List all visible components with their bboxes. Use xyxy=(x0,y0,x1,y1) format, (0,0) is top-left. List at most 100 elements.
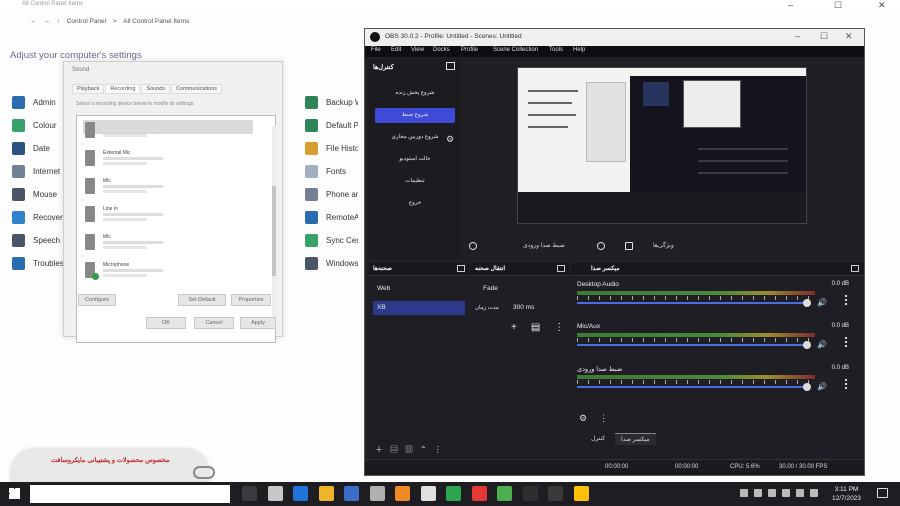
tab-recording[interactable]: Recording xyxy=(105,84,141,94)
dock-undock-icon[interactable] xyxy=(557,265,565,272)
ok-button[interactable]: OK xyxy=(146,317,186,329)
control-panel-item[interactable]: Windows Defender xyxy=(305,257,358,270)
properties-icon[interactable] xyxy=(625,242,633,250)
device-list-scrollbar[interactable] xyxy=(272,126,276,326)
speaker-icon[interactable]: 🔊 xyxy=(817,340,827,349)
channel-menu-icon[interactable] xyxy=(845,295,847,305)
set-default-button[interactable]: Set Default xyxy=(178,294,226,306)
start-virtual-camera-button[interactable]: شروع دوربین مجازی xyxy=(375,130,455,145)
menu-help[interactable]: Help xyxy=(573,47,585,53)
control-panel-item[interactable]: Admin xyxy=(12,96,56,109)
filters-icon[interactable] xyxy=(597,242,605,250)
recording-device-item[interactable]: Mic xyxy=(83,176,253,200)
obs-minimize-icon[interactable]: – xyxy=(795,31,800,41)
taskbar-app-icon[interactable] xyxy=(369,486,385,501)
tab-audio-mixer[interactable]: میکسر صدا xyxy=(615,433,656,445)
menu-view[interactable]: View xyxy=(411,47,424,53)
recording-device-item[interactable]: Microphone xyxy=(83,260,253,284)
taskbar-app-icon[interactable] xyxy=(395,486,410,501)
tray-icon[interactable] xyxy=(768,489,776,497)
cancel-button[interactable]: Cancel xyxy=(194,317,234,329)
menu-file[interactable]: File xyxy=(371,47,381,53)
menu-edit[interactable]: Edit xyxy=(391,47,401,53)
volume-slider[interactable] xyxy=(577,302,807,304)
up-icon[interactable]: ↑ xyxy=(57,18,60,25)
control-panel-item[interactable]: Date xyxy=(12,142,50,155)
keyboard-icon[interactable] xyxy=(810,489,818,497)
exit-button[interactable]: خروج xyxy=(375,196,455,211)
taskbar-app-icon[interactable] xyxy=(497,486,512,501)
studio-mode-button[interactable]: حالت استودیو xyxy=(375,152,455,167)
control-panel-item[interactable]: Speech xyxy=(12,234,60,247)
volume-slider[interactable] xyxy=(577,344,807,346)
scenes-toolbar[interactable]: ＋▤▥⌃⋮ xyxy=(375,444,449,455)
properties-label[interactable]: ویژگی‌ها xyxy=(653,242,674,249)
taskbar-app-icon[interactable] xyxy=(522,486,538,501)
speaker-icon[interactable]: 🔊 xyxy=(817,298,827,307)
volume-icon[interactable] xyxy=(796,489,804,497)
volume-slider[interactable] xyxy=(577,386,807,388)
recording-device-item[interactable]: Line In xyxy=(83,204,253,228)
control-panel-item[interactable]: Colour xyxy=(12,119,57,132)
preview-canvas[interactable] xyxy=(517,67,807,224)
close-icon[interactable]: ✕ xyxy=(878,0,886,11)
apply-button[interactable]: Apply xyxy=(240,317,276,329)
menu-scene-collection[interactable]: Scene Collection xyxy=(493,47,538,53)
channel-menu-icon[interactable] xyxy=(845,379,847,389)
transition-toolbar[interactable]: +▤⋮ xyxy=(507,321,567,335)
dock-undock-icon[interactable] xyxy=(446,62,455,70)
scene-item[interactable]: Web xyxy=(373,282,465,296)
control-panel-item[interactable]: Troubleshooting xyxy=(12,257,69,270)
volume-slider-handle[interactable] xyxy=(803,299,811,307)
transition-duration-input[interactable]: 300 ms xyxy=(509,301,539,315)
tray-icon[interactable] xyxy=(740,489,748,497)
speaker-icon[interactable]: 🔊 xyxy=(817,382,827,391)
control-panel-item[interactable]: Sync Center xyxy=(305,234,358,247)
device-list[interactable]: External Mic Mic Line In Mic Microphone xyxy=(76,115,276,343)
control-panel-item[interactable]: Mouse xyxy=(12,188,57,201)
taskbar-app-icon[interactable] xyxy=(293,486,308,501)
tab-sounds[interactable]: Sounds xyxy=(141,84,171,94)
network-icon[interactable] xyxy=(782,489,790,497)
volume-slider-handle[interactable] xyxy=(803,383,811,391)
tray-icon[interactable] xyxy=(754,489,762,497)
taskbar-app-icon[interactable] xyxy=(446,486,461,501)
control-panel-item[interactable]: Backup Windows xyxy=(305,96,358,109)
obs-close-icon[interactable]: ✕ xyxy=(845,31,853,42)
taskbar-app-icon[interactable] xyxy=(471,486,487,501)
volume-slider-handle[interactable] xyxy=(803,341,811,349)
menu-docks[interactable]: Docks xyxy=(433,47,450,53)
taskbar-app-icon[interactable] xyxy=(318,486,334,501)
properties-button[interactable]: Properties xyxy=(231,294,271,306)
menu-profile[interactable]: Profile xyxy=(461,47,478,53)
scene-item[interactable]: XB xyxy=(373,301,465,315)
obs-maximize-icon[interactable]: ☐ xyxy=(820,31,828,42)
windows-start-icon[interactable] xyxy=(9,488,20,499)
tab-communications[interactable]: Communications xyxy=(171,84,223,94)
control-panel-item[interactable]: Fonts xyxy=(305,165,346,178)
control-panel-item[interactable]: Phone and Modem xyxy=(305,188,358,201)
menu-tools[interactable]: Tools xyxy=(549,47,563,53)
dock-undock-icon[interactable] xyxy=(851,265,859,272)
settings-button[interactable]: تنظیمات xyxy=(375,174,455,189)
taskbar-app-icon[interactable] xyxy=(242,486,257,501)
maximize-icon[interactable]: ☐ xyxy=(834,0,842,11)
recording-device-item[interactable]: External Mic xyxy=(83,148,253,172)
breadcrumb[interactable]: ← → ↑ Control Panel > All Control Panel … xyxy=(30,18,194,25)
taskbar-clock[interactable]: 3:11 PM 12/7/2023 xyxy=(832,485,861,503)
start-recording-button[interactable]: شروع ضبط xyxy=(375,108,455,123)
recording-device-item[interactable] xyxy=(83,120,253,138)
dock-undock-icon[interactable] xyxy=(457,265,465,272)
forward-icon[interactable]: → xyxy=(43,18,50,25)
channel-menu-icon[interactable] xyxy=(845,337,847,347)
breadcrumb-item[interactable]: All Control Panel Items xyxy=(123,18,189,25)
control-panel-item[interactable]: RemoteApp Connections xyxy=(305,211,358,224)
control-panel-item[interactable]: Internet xyxy=(12,165,60,178)
breadcrumb-item[interactable]: Control Panel xyxy=(67,18,106,25)
taskbar-app-icon[interactable] xyxy=(267,486,283,501)
taskbar-app-icon[interactable] xyxy=(548,486,563,501)
taskbar-search-box[interactable] xyxy=(30,485,230,503)
tab-controls[interactable]: کنترل xyxy=(585,433,611,444)
start-streaming-button[interactable]: شروع پخش زنده xyxy=(375,86,455,101)
recording-device-item[interactable]: Mic xyxy=(83,232,253,256)
